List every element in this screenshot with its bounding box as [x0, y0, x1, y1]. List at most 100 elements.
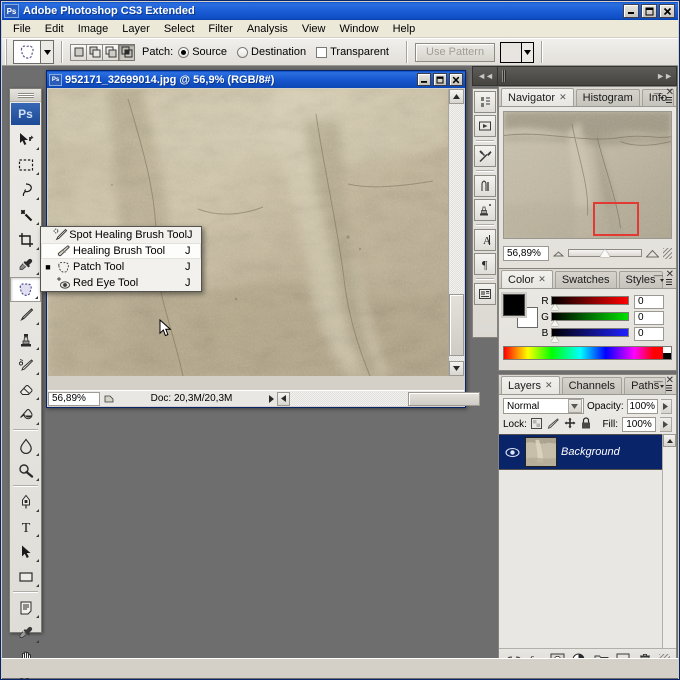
transparent-checkbox-row[interactable]: Transparent [316, 46, 389, 58]
blend-mode-dropdown[interactable]: Normal [503, 398, 584, 414]
dodge-tool[interactable] [10, 458, 41, 483]
canvas-vertical-scrollbar[interactable] [448, 89, 464, 376]
history-panel-icon[interactable] [474, 91, 496, 113]
navigator-panel-menu-button[interactable] [659, 96, 673, 105]
color-panel-menu-button[interactable] [659, 278, 673, 287]
patch-tool-icon[interactable] [13, 40, 41, 64]
destination-radio-button[interactable] [237, 46, 249, 58]
horizontal-type-tool[interactable]: T [10, 514, 41, 539]
opacity-stepper[interactable] [660, 398, 672, 414]
gradient-tool[interactable] [10, 402, 41, 427]
layers-scrollbar[interactable] [662, 434, 676, 648]
rectangle-shape-tool[interactable] [10, 564, 41, 589]
navigator-zoom-field[interactable]: 56,89% [503, 245, 549, 261]
tool-presets-panel-icon[interactable] [474, 145, 496, 167]
blue-value-field[interactable]: 0 [634, 326, 664, 341]
collapse-right-icon[interactable]: ►► [656, 71, 673, 81]
lock-position-icon[interactable] [564, 417, 576, 432]
history-brush-tool[interactable] [10, 352, 41, 377]
menu-image[interactable]: Image [71, 21, 116, 37]
menu-layer[interactable]: Layer [115, 21, 157, 37]
patch-source-radio[interactable]: Source [178, 46, 227, 58]
layer-thumbnail[interactable] [525, 437, 557, 467]
tab-histogram[interactable]: Histogram [575, 89, 640, 106]
table-row[interactable]: Background [499, 434, 676, 470]
green-slider[interactable] [551, 311, 629, 326]
layers-empty-area[interactable] [499, 471, 676, 648]
character-panel-icon[interactable]: A [474, 229, 496, 251]
tab-navigator[interactable]: Navigator ✕ [501, 88, 574, 106]
brushes-panel-icon[interactable] [474, 175, 496, 197]
tab-color[interactable]: Color ✕ [501, 270, 553, 288]
crop-tool[interactable] [10, 227, 41, 252]
blue-slider[interactable] [551, 327, 629, 342]
opacity-field[interactable]: 100% [626, 398, 658, 414]
blue-slider-knob[interactable] [551, 335, 559, 342]
lock-all-icon[interactable] [581, 417, 591, 432]
layer-comps-panel-icon[interactable] [474, 283, 496, 305]
color-sampler-tool[interactable] [10, 620, 41, 645]
eraser-tool[interactable] [10, 377, 41, 402]
brush-tool[interactable] [10, 302, 41, 327]
minimize-icon[interactable] [623, 4, 639, 18]
options-bar-grip[interactable] [2, 39, 11, 65]
green-slider-knob[interactable] [551, 319, 559, 326]
eyedropper-tool[interactable] [10, 252, 41, 277]
navigator-resize-grip[interactable] [662, 247, 672, 259]
use-pattern-button[interactable]: Use Pattern [415, 42, 496, 62]
dock-collapse-left-bar[interactable]: ◄◄ [472, 66, 498, 86]
fill-stepper[interactable] [660, 417, 672, 432]
document-close-icon[interactable] [449, 73, 463, 86]
scroll-left-button[interactable] [277, 391, 290, 406]
navigator-view-box[interactable] [593, 202, 639, 236]
menu-select[interactable]: Select [157, 21, 202, 37]
spectrum-black-white[interactable] [663, 347, 671, 359]
zoom-in-icon[interactable] [645, 249, 659, 258]
menu-filter[interactable]: Filter [201, 21, 239, 37]
chevron-down-icon[interactable] [567, 399, 582, 413]
move-tool[interactable] [10, 127, 41, 152]
patch-tool[interactable] [10, 277, 41, 302]
clone-stamp-tool[interactable] [10, 327, 41, 352]
tab-swatches[interactable]: Swatches [554, 271, 617, 288]
toolbox-drag-handle[interactable] [10, 89, 41, 102]
add-to-selection-button[interactable] [86, 43, 103, 61]
collapse-left-icon[interactable]: ◄◄ [477, 71, 494, 81]
lasso-tool[interactable] [10, 177, 41, 202]
red-slider-knob[interactable] [551, 303, 559, 310]
tool-preset-dropdown[interactable] [41, 40, 54, 64]
menu-item-patch-tool[interactable]: ■ Patch Tool J [41, 259, 201, 275]
menu-analysis[interactable]: Analysis [240, 21, 295, 37]
layers-scroll-up-button[interactable] [663, 434, 676, 447]
horizontal-scroll-thumb[interactable] [408, 391, 480, 406]
lock-image-pixels-icon[interactable] [547, 417, 559, 432]
patch-destination-radio[interactable]: Destination [237, 46, 306, 58]
scroll-down-button[interactable] [449, 361, 464, 376]
spectrum-gradient[interactable] [504, 347, 663, 359]
zoom-out-icon[interactable] [552, 249, 564, 257]
navigator-zoom-slider[interactable] [567, 246, 642, 260]
close-icon[interactable]: ✕ [545, 380, 553, 391]
status-preview-icon[interactable] [100, 392, 118, 406]
clone-source-panel-icon[interactable] [474, 199, 496, 221]
status-menu-arrow[interactable] [265, 392, 277, 406]
path-selection-tool[interactable] [10, 539, 41, 564]
new-selection-button[interactable] [70, 43, 87, 61]
menu-item-red-eye-tool[interactable]: Red Eye Tool J [41, 275, 201, 291]
subtract-from-selection-button[interactable] [102, 43, 119, 61]
zoom-level-field[interactable]: 56,89% [48, 391, 100, 406]
pattern-swatch[interactable] [500, 41, 523, 63]
menu-file[interactable]: File [6, 21, 38, 37]
maximize-icon[interactable] [641, 4, 657, 18]
layers-panel-menu-button[interactable] [659, 384, 673, 393]
tab-layers[interactable]: Layers ✕ [501, 376, 560, 394]
green-value-field[interactable]: 0 [634, 310, 664, 325]
document-minimize-icon[interactable] [417, 73, 431, 86]
intersect-with-selection-button[interactable] [118, 43, 135, 61]
layer-name[interactable]: Background [561, 446, 657, 458]
menu-help[interactable]: Help [386, 21, 423, 37]
scroll-up-button[interactable] [449, 89, 464, 104]
menu-view[interactable]: View [295, 21, 333, 37]
rectangular-marquee-tool[interactable] [10, 152, 41, 177]
menu-item-spot-healing-brush-tool[interactable]: Spot Healing Brush Tool J [41, 227, 201, 243]
